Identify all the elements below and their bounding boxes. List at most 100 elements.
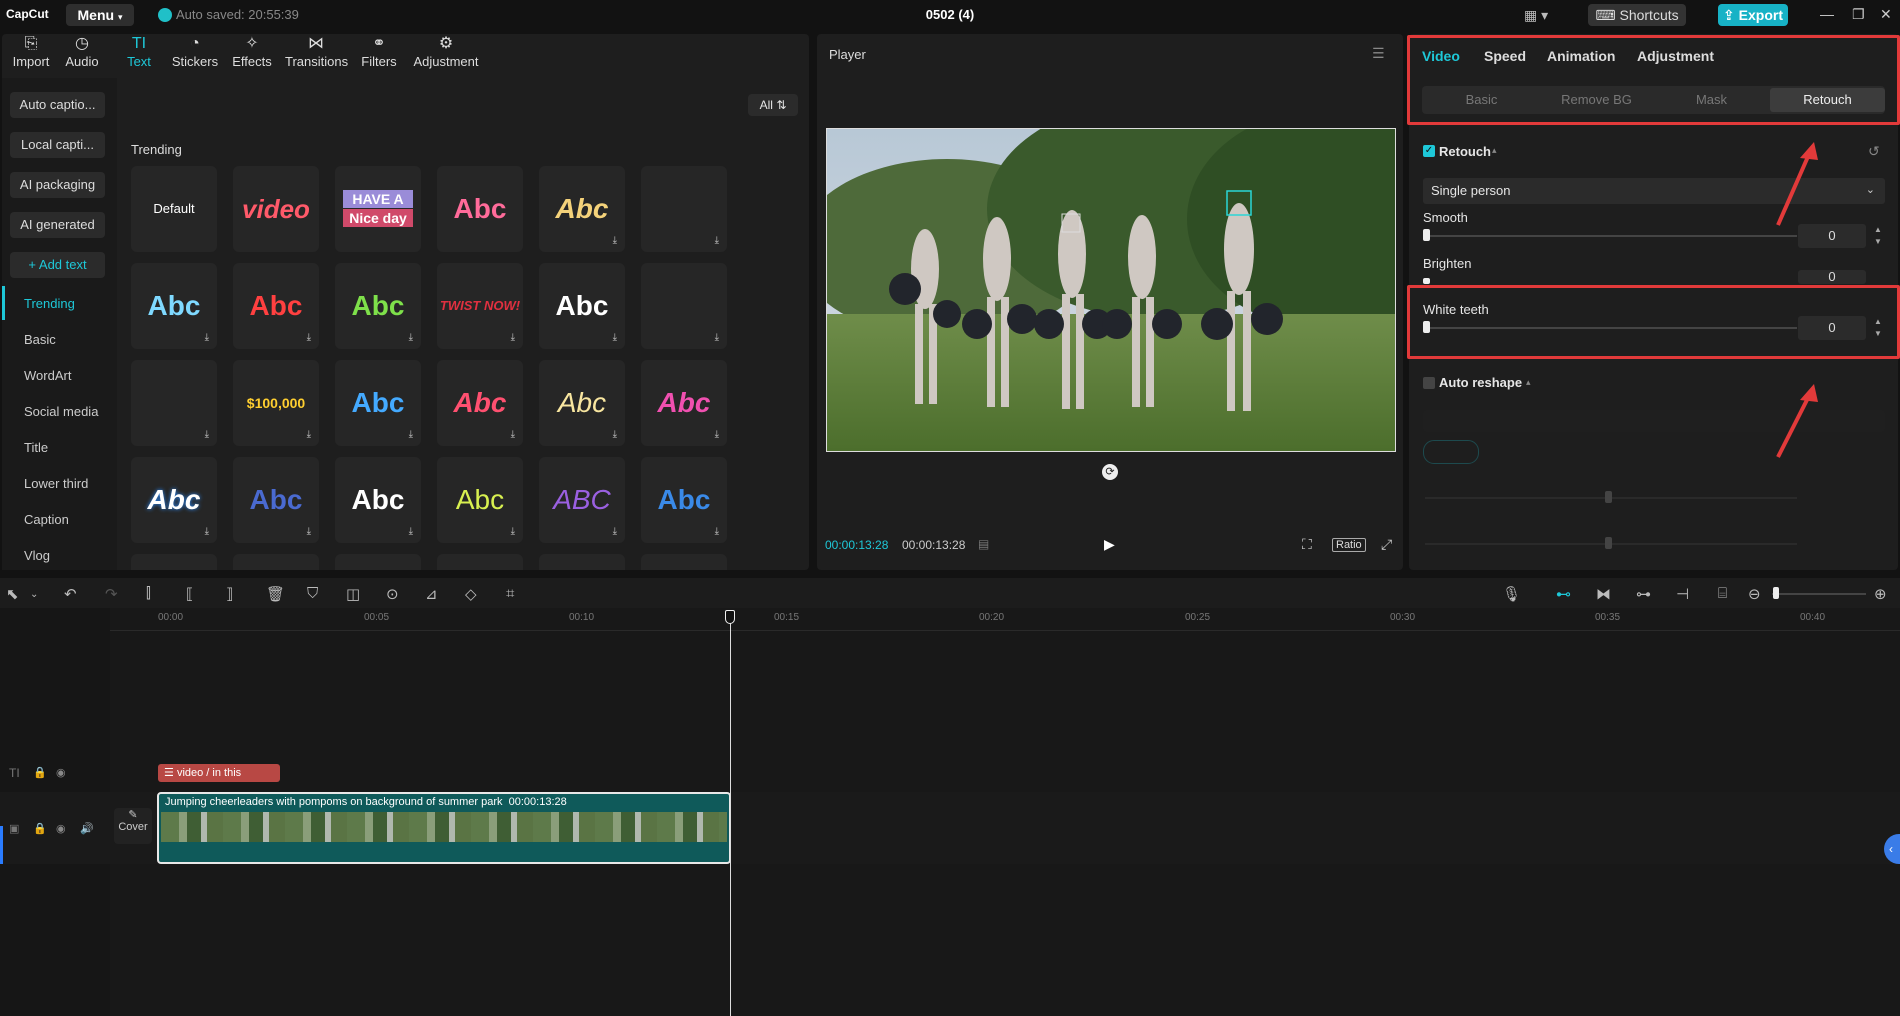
chevron-down-icon[interactable]: ⌄ bbox=[30, 589, 38, 600]
white-teeth-value[interactable]: 0 bbox=[1798, 316, 1866, 340]
lock-icon[interactable]: 🔒 bbox=[33, 822, 47, 835]
export-button[interactable]: ⇪ Export bbox=[1718, 4, 1788, 26]
text-template-tile[interactable] bbox=[437, 554, 523, 570]
brighten-value[interactable]: 0 bbox=[1798, 270, 1866, 284]
zoom-slider-thumb[interactable] bbox=[1773, 587, 1779, 599]
play-icon[interactable]: ▶ bbox=[1104, 536, 1115, 553]
download-icon[interactable]: ⤓ bbox=[205, 429, 209, 440]
text-template-tile[interactable]: $100,000 ⤓ bbox=[233, 360, 319, 446]
download-icon[interactable]: ⤓ bbox=[613, 429, 617, 440]
tab-speed[interactable]: Speed bbox=[1484, 48, 1526, 64]
tab-adjustment[interactable]: Adjustment bbox=[1637, 48, 1714, 64]
text-template-tile[interactable]: ⤓ bbox=[641, 166, 727, 252]
text-template-tile[interactable]: Abc ⤓ bbox=[539, 263, 625, 349]
text-template-tile[interactable]: HAVE A Nice day bbox=[335, 166, 421, 252]
brighten-slider-thumb[interactable] bbox=[1423, 278, 1430, 284]
select-tool-icon[interactable]: ⬉ bbox=[6, 585, 19, 603]
reset-icon[interactable]: ↺ bbox=[1868, 143, 1880, 160]
stepper-icon[interactable]: ▲ ▼ bbox=[1874, 316, 1882, 340]
shortcuts-button[interactable]: ⌨ Shortcuts bbox=[1588, 4, 1686, 26]
text-template-tile[interactable]: Abc ⤓ bbox=[131, 457, 217, 543]
toolbar-effects[interactable]: ✧ Effects bbox=[221, 34, 283, 78]
split-icon[interactable]: ⫿ bbox=[146, 585, 151, 602]
video-clip[interactable]: Jumping cheerleaders with pompoms on bac… bbox=[157, 792, 731, 864]
text-template-tile[interactable]: ABC ⤓ bbox=[539, 457, 625, 543]
video-preview[interactable] bbox=[826, 128, 1396, 452]
download-icon[interactable]: ⤓ bbox=[307, 332, 311, 343]
text-template-tile[interactable] bbox=[131, 554, 217, 570]
rotate-icon[interactable]: ◇ bbox=[465, 585, 477, 603]
eye-icon[interactable]: ◉ bbox=[56, 822, 66, 835]
text-template-tile[interactable] bbox=[335, 554, 421, 570]
align-icon[interactable]: ⊣ bbox=[1676, 585, 1689, 603]
undo-icon[interactable]: ↶ bbox=[64, 585, 77, 603]
text-template-tile[interactable]: Abc ⤓ bbox=[335, 457, 421, 543]
microphone-icon[interactable]: 🎙 bbox=[1502, 585, 1521, 603]
subtab-basic[interactable]: Basic bbox=[1424, 88, 1539, 112]
auto-captions-button[interactable]: Auto captio... bbox=[10, 92, 105, 118]
download-icon[interactable]: ⤓ bbox=[613, 332, 617, 343]
white-teeth-slider[interactable] bbox=[1425, 327, 1797, 329]
maximize-icon[interactable]: ❐ bbox=[1852, 6, 1865, 23]
text-template-tile[interactable]: video bbox=[233, 166, 319, 252]
text-template-tile[interactable]: ⤓ bbox=[131, 360, 217, 446]
subtab-remove-bg[interactable]: Remove BG bbox=[1539, 88, 1654, 112]
split-right-icon[interactable]: ⟧ bbox=[226, 585, 233, 603]
player-menu-icon[interactable]: ☰ bbox=[1372, 45, 1385, 62]
add-text-button[interactable]: + Add text bbox=[10, 252, 105, 278]
timecode-grid-icon[interactable]: ▤ bbox=[978, 537, 989, 551]
stepper-icon[interactable]: ▲ ▼ bbox=[1874, 224, 1882, 248]
text-template-tile[interactable]: Default bbox=[131, 166, 217, 252]
freeze-icon[interactable]: ◫ bbox=[346, 585, 360, 603]
filter-button[interactable]: All ⇅ bbox=[748, 94, 798, 116]
preview-axis-icon[interactable]: ⌸ bbox=[1718, 585, 1727, 602]
chevron-up-icon[interactable]: ▴ bbox=[1526, 377, 1531, 388]
category-social-media[interactable]: Social media bbox=[24, 404, 98, 419]
download-icon[interactable]: ⤓ bbox=[511, 429, 515, 440]
toolbar-text[interactable]: TI Text bbox=[108, 34, 170, 78]
download-icon[interactable]: ⤓ bbox=[613, 526, 617, 537]
text-template-tile[interactable]: Abc ⤓ bbox=[539, 360, 625, 446]
category-title[interactable]: Title bbox=[24, 440, 48, 455]
ai-generated-button[interactable]: AI generated bbox=[10, 212, 105, 238]
delete-icon[interactable]: 🗑 bbox=[266, 585, 285, 603]
text-clip[interactable]: ☰ video / in this bbox=[158, 764, 280, 782]
fit-icon[interactable]: ⛶ bbox=[1302, 536, 1312, 553]
text-template-tile[interactable]: Abc ⤓ bbox=[641, 360, 727, 446]
text-template-tile[interactable] bbox=[233, 554, 319, 570]
smooth-slider-thumb[interactable] bbox=[1423, 229, 1430, 241]
rotate-icon[interactable]: ⟳ bbox=[1102, 464, 1118, 480]
download-icon[interactable]: ⤓ bbox=[715, 526, 719, 537]
zoom-out-icon[interactable]: ⊖ bbox=[1748, 585, 1761, 603]
magnet-icon[interactable]: ⊷ bbox=[1556, 585, 1571, 603]
toolbar-adjustment[interactable]: ⚙ Adjustment bbox=[409, 34, 483, 78]
category-trending[interactable]: Trending bbox=[24, 296, 75, 311]
white-teeth-slider-thumb[interactable] bbox=[1423, 321, 1430, 333]
category-basic[interactable]: Basic bbox=[24, 332, 56, 347]
smooth-slider[interactable] bbox=[1425, 235, 1797, 237]
cover-button[interactable]: ✎ Cover bbox=[114, 808, 152, 844]
text-template-tile[interactable] bbox=[539, 554, 625, 570]
retouch-checkbox[interactable]: ✓ bbox=[1423, 145, 1435, 157]
text-template-tile[interactable]: Abc ⤓ bbox=[641, 457, 727, 543]
download-icon[interactable]: ⤓ bbox=[715, 429, 719, 440]
subtab-retouch[interactable]: Retouch bbox=[1770, 88, 1885, 112]
category-caption[interactable]: Caption bbox=[24, 512, 69, 527]
text-template-tile[interactable]: ⤓ bbox=[641, 263, 727, 349]
text-template-tile[interactable]: Abc ⤓ bbox=[233, 263, 319, 349]
text-template-tile[interactable]: Abc bbox=[437, 166, 523, 252]
text-template-tile[interactable]: Abc ⤓ bbox=[335, 360, 421, 446]
category-vlog[interactable]: Vlog bbox=[24, 548, 50, 563]
download-icon[interactable]: ⤓ bbox=[715, 332, 719, 343]
lock-icon[interactable]: 🔒 bbox=[33, 766, 47, 779]
crop-icon[interactable]: ⌗ bbox=[506, 585, 514, 602]
text-template-tile[interactable]: Abc ⤓ bbox=[437, 360, 523, 446]
category-wordart[interactable]: WordArt bbox=[24, 368, 71, 383]
tab-video[interactable]: Video bbox=[1422, 48, 1460, 64]
marker-icon[interactable]: ⛉ bbox=[307, 585, 318, 602]
menu-button[interactable]: Menu ▾ bbox=[66, 4, 134, 26]
playhead-handle[interactable] bbox=[725, 610, 735, 624]
minimize-icon[interactable]: — bbox=[1820, 6, 1834, 22]
local-captions-button[interactable]: Local capti... bbox=[10, 132, 105, 158]
download-icon[interactable]: ⤓ bbox=[409, 332, 413, 343]
